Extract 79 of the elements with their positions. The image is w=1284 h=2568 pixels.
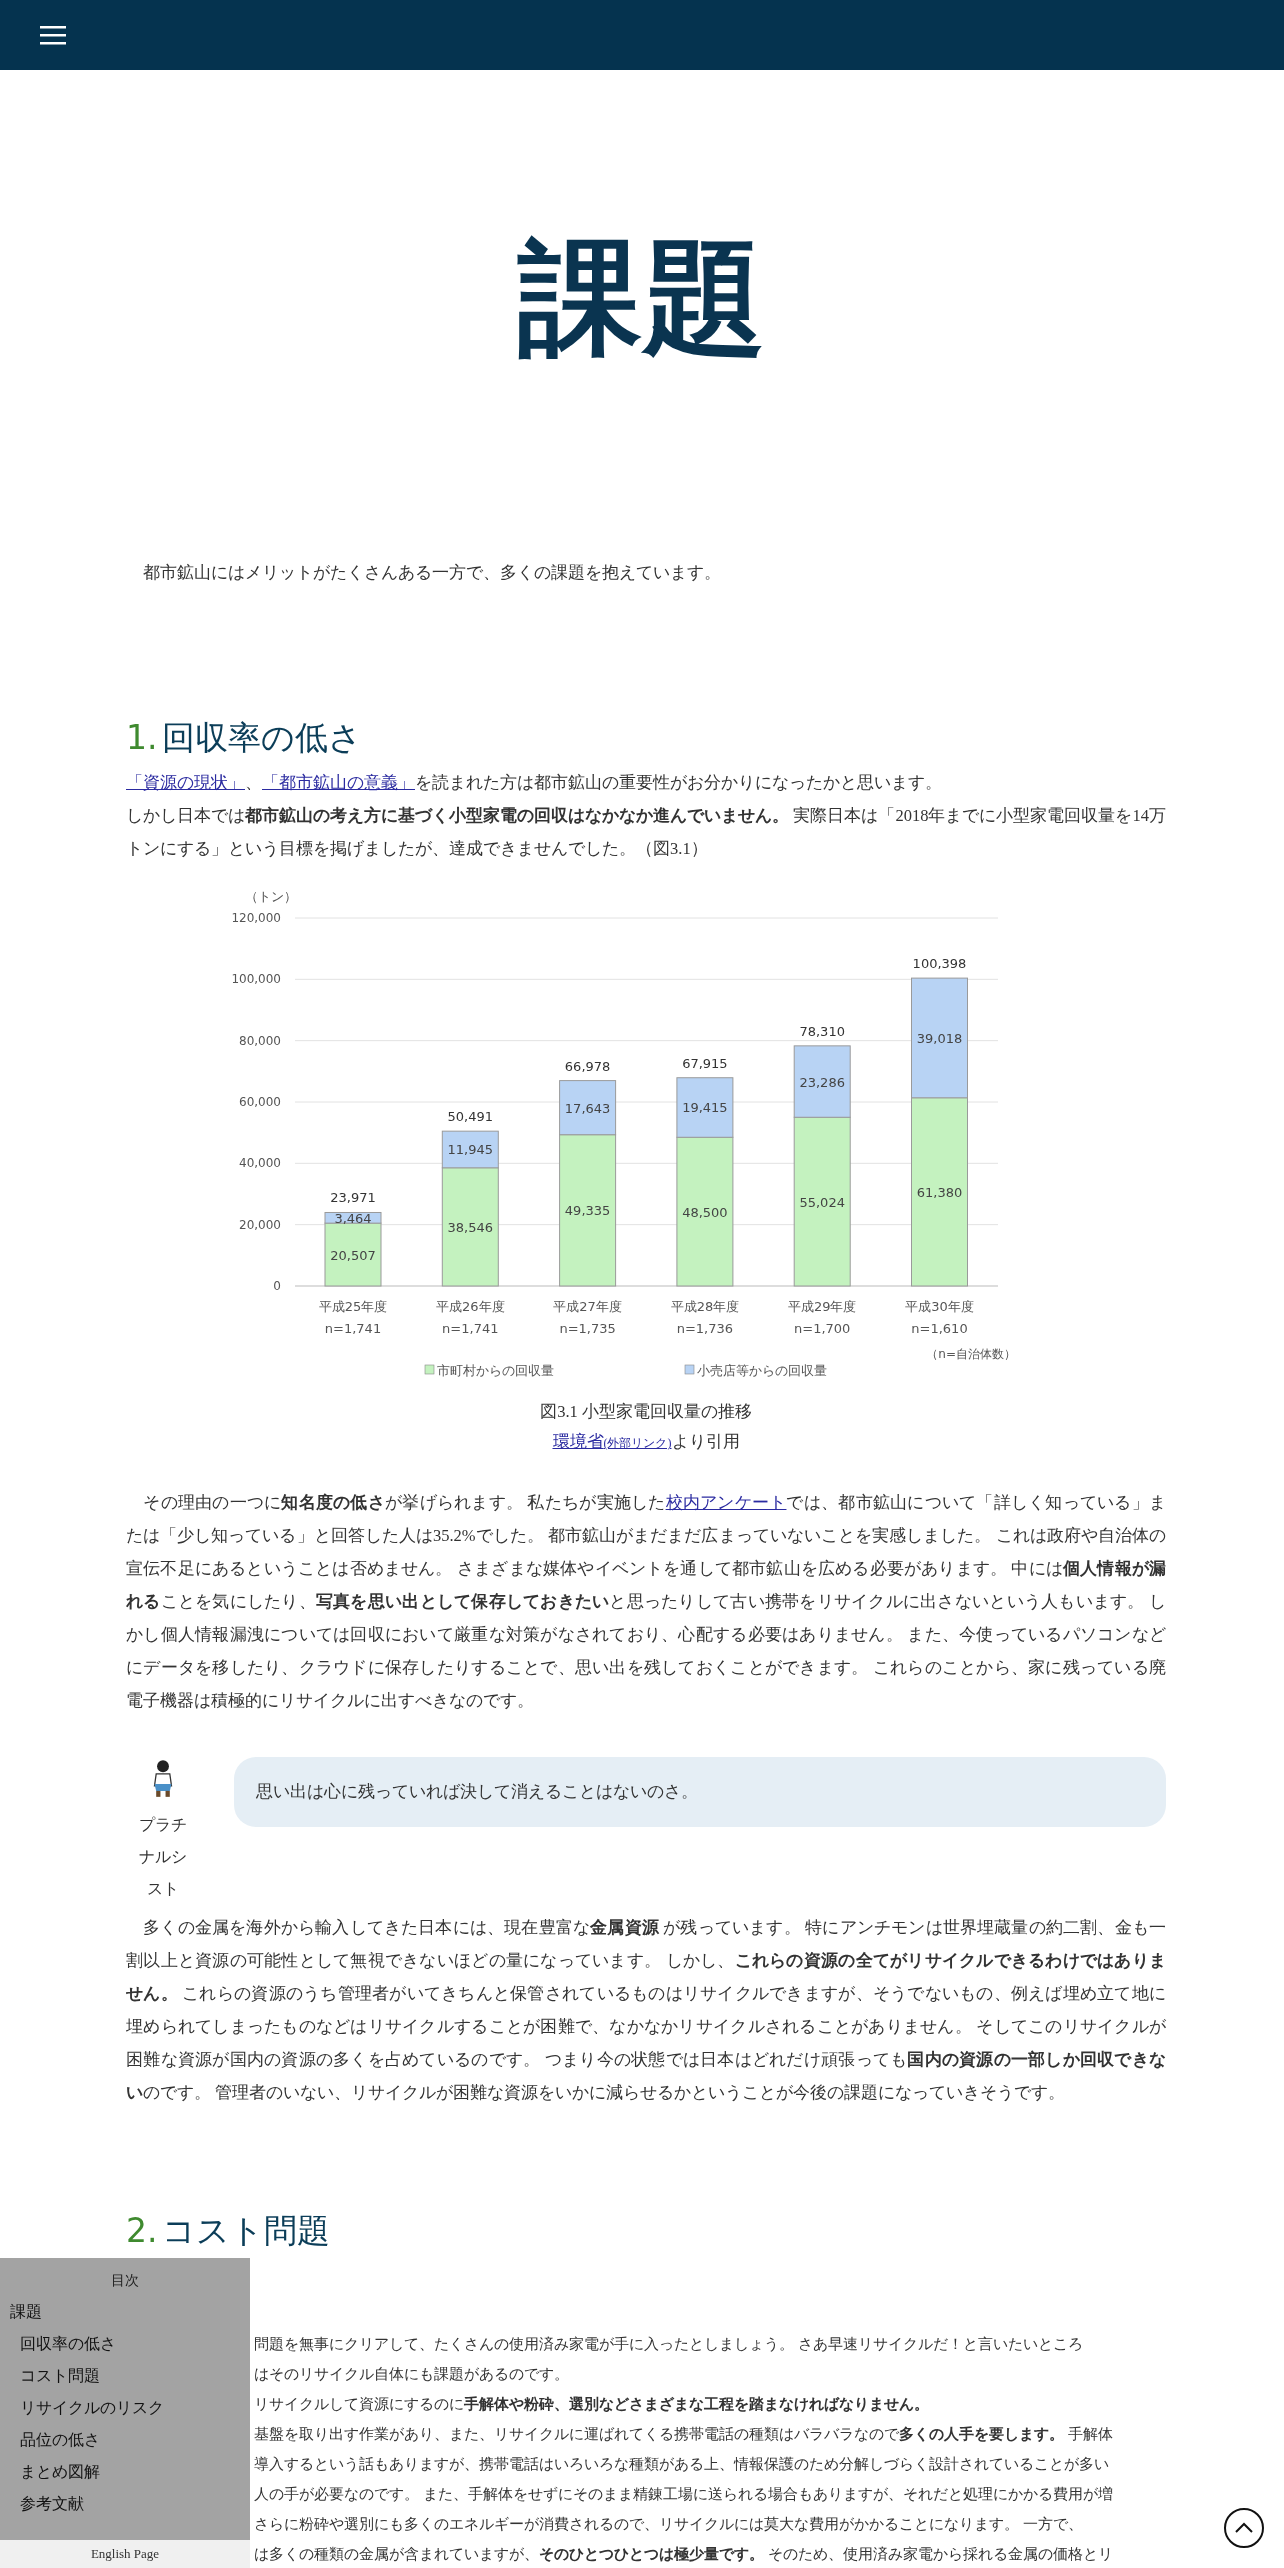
figure-caption: 図3.1 小型家電回収量の推移 <box>540 1401 752 1424</box>
data-label: 38,546 <box>447 1220 494 1236</box>
axis-label: （トン） <box>245 889 297 905</box>
category-label: 平成26年度 <box>436 1299 505 1315</box>
link[interactable]: (外部リンク) <box>603 1436 672 1451</box>
toc-item[interactable]: 品位の低さ <box>20 2424 100 2456</box>
speech-bubble: 思い出は心に残っていれば決して消えることはないのさ。 <box>234 1757 1166 1828</box>
legend-label: 小売店等からの回収量 <box>697 1363 827 1379</box>
section-number: 1. <box>126 717 158 760</box>
category-label: 平成25年度 <box>318 1299 388 1315</box>
data-label: 19,415 <box>682 1100 728 1116</box>
data-label: 23,286 <box>799 1074 845 1090</box>
data-label: 11,945 <box>447 1142 494 1158</box>
section-title: 回収率の低さ <box>161 717 362 760</box>
tick-label: 0 <box>273 1279 281 1294</box>
total-label: 23,971 <box>330 1190 376 1206</box>
text-line: は多くの種類の金属が含まれていますが、そのひとつひとつは極少量です。 そのため、使用済み家電から採れる金属の価格とリ <box>254 2544 1114 2565</box>
data-label: 20,507 <box>330 1247 376 1263</box>
text-line: 基盤を取り出す作業があり、また、リサイクルに運ばれてくる携帯電話の種類はバラバラなので多くの人手を要します。 手解体 <box>254 2424 1114 2445</box>
tick-label: 80,000 <box>239 1034 281 1049</box>
category-label: 平成28年度 <box>670 1299 740 1315</box>
data-label: 39,018 <box>916 1031 963 1047</box>
toc-item[interactable]: 回収率の低さ <box>20 2328 116 2360</box>
tick-label: 60,000 <box>239 1095 281 1110</box>
category-label: n=1,610 <box>911 1321 968 1337</box>
toc-item[interactable]: リサイクルのリスク <box>20 2392 164 2424</box>
section-number: 2. <box>126 2210 158 2253</box>
data-label: 55,024 <box>799 1195 845 1210</box>
category-label: 平成29年度 <box>787 1299 857 1315</box>
page-title: 課題 <box>516 230 767 367</box>
toc-title: 目次 <box>111 2272 139 2290</box>
category-label: n=1,735 <box>559 1321 616 1337</box>
category-label: n=1,741 <box>324 1321 382 1337</box>
toc-item[interactable]: コスト問題 <box>20 2360 100 2392</box>
link[interactable]: 環境省 <box>552 1432 604 1452</box>
paragraph: 都市鉱山にはメリットがたくさんある一方で、多くの課題を抱えています。 <box>142 562 722 585</box>
legend-label: 市町村からの回収量 <box>437 1363 554 1379</box>
caret-up-icon <box>1234 2522 1254 2534</box>
text-line: さらに粉砕や選別にも多くのエネルギーが消費されるので、リサイクルには莫大な費用がかかることになります。 一方で、 <box>254 2514 1084 2535</box>
category-label: n=1,736 <box>676 1321 734 1337</box>
tick-label: 100,000 <box>231 972 281 987</box>
total-label: 67,915 <box>682 1056 728 1072</box>
tick-label: 120,000 <box>231 911 281 926</box>
text-line: リサイクルして資源にするのに手解体や粉砕、選別などさまざまな工程を踏まなければなりません。 <box>254 2394 930 2415</box>
back-to-top-button[interactable] <box>1224 2508 1264 2548</box>
paragraph: その理由の一つに知名度の低さが挙げられます。 私たちが実施した校内アンケート では、都市鉱山について「詳しく知っている」または「少し知っている」と回答した人は35.2%でした。 都市鉱山がまだまだ広まっていないことを実感しました。 これは政府や自治体の宣伝不足にあるということは否めません。 さまざまな媒体やイベントを通して都市鉱山を広める必要があります。 中には個人情報が漏れることを気にしたり、写真を思い出として保存しておきたいと思ったりして古い携帯をリサイクルに出さないという人もいます。 しかし個人情報漏洩については回収において厳重な対策がなされており、心配する必要はありません。 また、今使っているパソコンなどにデータを移したり、クラウドに保存したりすることで、思い出を残しておくことができます。 これらのことから、家に残っている廃電子機器は積極的にリサイクルに出すべきなのです。 <box>126 1492 1166 1713</box>
total-label: 78,310 <box>799 1024 845 1040</box>
data-label: 48,500 <box>682 1205 728 1220</box>
paragraph: 多くの金属を海外から輸入してきた日本には、現在豊富な金属資源 が残っています。 特にアンチモンは世界埋蔵量の約二割、金も一割以上と資源の可能性として無視できないほどの量になっています。 しかし、これらの資源の全てがリサイクルできるわけではありません。 これらの資源のうち管理者がいてきちんと保管されているものはリサイクルできますが、そうでないもの、例えば埋め立て地に埋められてしまったものなどはリサイクルすることが困難で、なかなかリサイクルされることがありません。 そしてこのリサイクルが困難な資源が国内の資源の多くを占めているのです。 つまり今の状態では日本はどれだけ頑張っても国内の資源の一部しか回収できないのです。 管理者のいない、リサイクルが困難な資源をいかに減らせるかということが今後の課題になっていきそうです。 <box>126 1917 1166 2105</box>
data-label: 61,380 <box>916 1185 963 1201</box>
data-label: 49,335 <box>564 1203 611 1219</box>
language-link[interactable]: English Page <box>0 2540 250 2568</box>
total-label: 50,491 <box>447 1109 494 1125</box>
total-label: 66,978 <box>564 1059 611 1074</box>
toc-item[interactable]: 参考文献 <box>20 2488 84 2520</box>
link[interactable]: 校内アンケート <box>665 1493 787 1513</box>
data-label: 17,643 <box>564 1101 611 1117</box>
text-line: はそのリサイクル自体にも課題があるのです。 <box>254 2364 570 2385</box>
text-line: 導入するという話もありますが、携帯電話はいろいろな種類がある上、情報保護のため分解しづらく設計されていることが多い <box>254 2454 1110 2475</box>
category-label: 平成27年度 <box>553 1299 622 1315</box>
category-label: n=1,741 <box>442 1321 499 1337</box>
link[interactable]: 「資源の現状」 <box>126 773 245 793</box>
source-note: 環境省(外部リンク)より引用 <box>552 1431 740 1454</box>
tick-label: 40,000 <box>239 1156 281 1171</box>
text-line: 人の手が必要なのです。 また、手解体をせずにそのまま精錬工場に送られる場合もありますが、それだと処理にかかる費用が増 <box>254 2484 1114 2505</box>
category-label: n=1,700 <box>794 1321 851 1337</box>
total-label: 100,398 <box>912 956 967 972</box>
tick-label: 20,000 <box>239 1218 281 1233</box>
link[interactable]: 「都市鉱山の意義」 <box>262 773 415 793</box>
toc-item[interactable]: 課題 <box>10 2296 42 2328</box>
text-line: 問題を無事にクリアして、たくさんの使用済み家電が手に入ったとしましょう。 さあ早速リサイクルだ！と言いたいところ <box>254 2334 1084 2355</box>
data-label: 3,464 <box>334 1211 372 1227</box>
section-title: コスト問題 <box>161 2210 330 2253</box>
paragraph: 「資源の現状」、「都市鉱山の意義」を読まれた方は都市鉱山の重要性がお分かりになったかと思います。 しかし日本では都市鉱山の考え方に基づく小型家電の回収はなかなか進んでいません。 実際日本は「2018年までに小型家電回収量を14万トンにする」という目標を掲げましたが、達成できませんでした。（図3.1） <box>126 772 1166 861</box>
chart-note: （n=自治体数） <box>926 1347 1016 1362</box>
menu-icon[interactable] <box>40 24 66 46</box>
toc-item[interactable]: まとめ図解 <box>20 2456 100 2488</box>
speaker-name: プラチナルシスト <box>139 1815 187 1900</box>
category-label: 平成30年度 <box>905 1299 974 1315</box>
